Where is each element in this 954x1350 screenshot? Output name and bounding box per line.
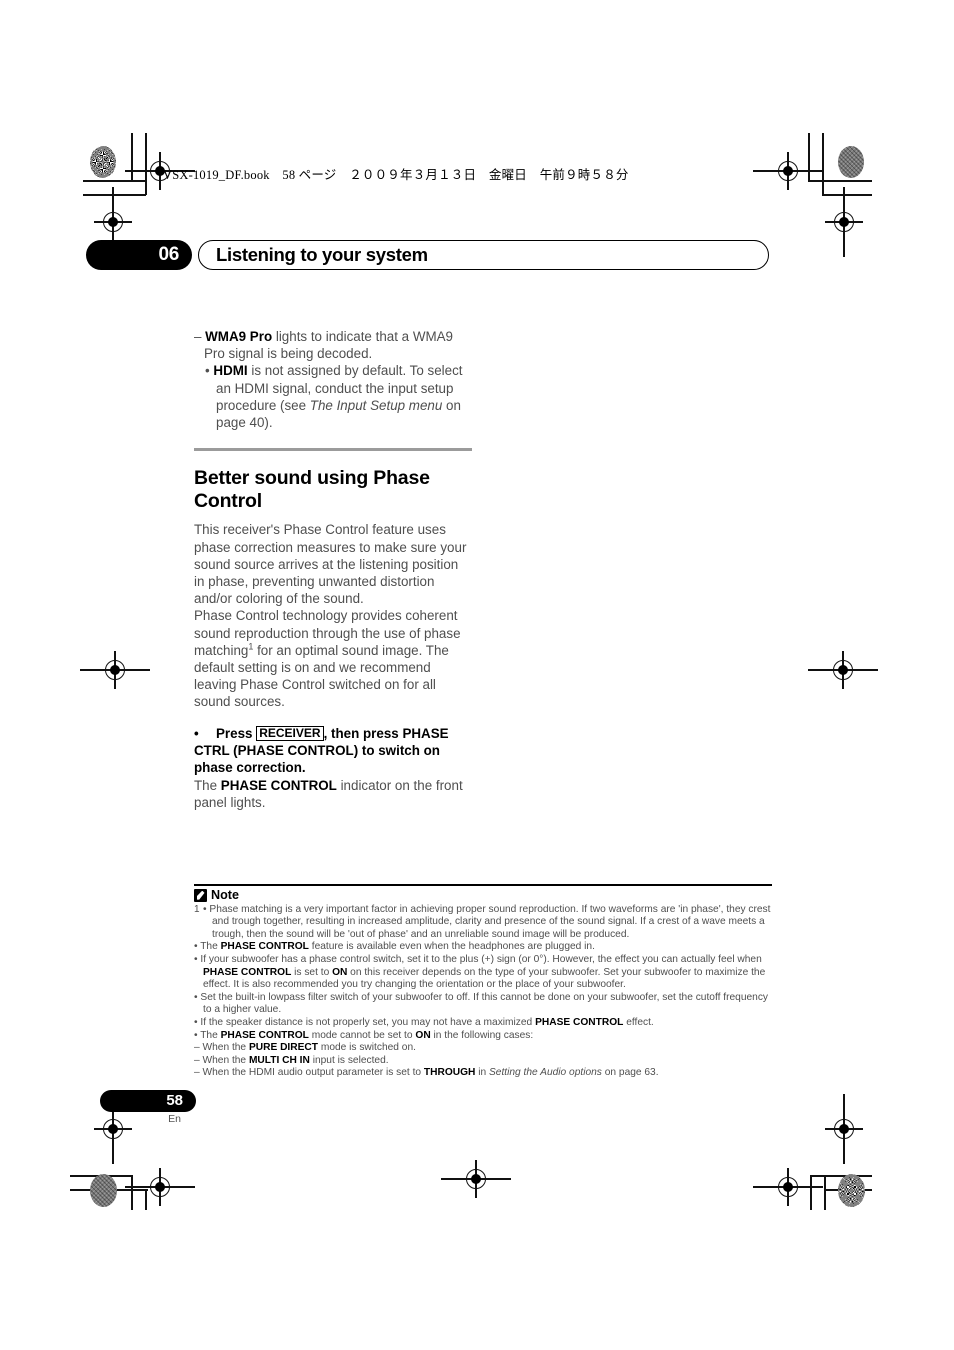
- note-item-9-a: – When the HDMI audio output parameter i…: [194, 1067, 424, 1079]
- crop-line-bl-h2: [70, 1189, 148, 1191]
- note-body: 1 • Phase matching is a very important fa…: [194, 904, 772, 1080]
- note-header: Note: [194, 887, 772, 902]
- note-item-6-c: in the following cases:: [430, 1029, 534, 1041]
- crop-line-bl-v2: [145, 1189, 147, 1210]
- registration-mark-right-upper: [825, 187, 863, 257]
- paragraph-phase-control-technology: Phase Control technology provides cohere…: [194, 607, 472, 710]
- phase-control-label: PHASE CONTROL: [220, 777, 337, 793]
- after-action-text-1: The: [194, 777, 221, 793]
- note-item-6-a: • The: [194, 1029, 221, 1041]
- registration-mark-bottom-right-inner: [753, 1168, 823, 1206]
- registration-mark-left-middle: [80, 651, 150, 689]
- note-item-1: 1 • Phase matching is a very important fa…: [194, 903, 771, 940]
- note-item-2-b: feature is available even when the headp…: [308, 941, 595, 953]
- registration-mark-left-upper: [94, 187, 132, 257]
- receiver-key-button[interactable]: RECEIVER: [256, 725, 324, 741]
- list-item-hdmi: • HDMI is not assigned by default. To se…: [194, 362, 472, 431]
- note-item-6-bold1: PHASE CONTROL: [220, 1029, 309, 1041]
- page-number-pill: 58: [100, 1090, 196, 1112]
- crop-line-tl-h1: [83, 180, 146, 182]
- note-top-rule: [194, 884, 772, 886]
- note-item-7: – When the PURE DIRECT mode is switched …: [194, 1042, 772, 1055]
- note-item-6-b: mode cannot be set to: [308, 1029, 416, 1041]
- body-column: – WMA9 Pro lights to indicate that a WMA…: [194, 328, 472, 811]
- note-item-3-b: is set to: [291, 966, 333, 978]
- section-divider-rule: [194, 448, 472, 452]
- crop-line-bl-v1: [131, 1175, 133, 1210]
- action-bullet: •: [194, 725, 199, 741]
- crop-line-tl-h2: [83, 194, 146, 196]
- note-item-3: • If your subwoofer has a phase control …: [194, 954, 772, 992]
- note-item-5-a: • If the speaker distance is not properl…: [194, 1016, 536, 1028]
- list-item-wma9pro: – WMA9 Pro lights to indicate that a WMA…: [194, 328, 472, 362]
- note-item-3-bold2: ON: [332, 966, 348, 978]
- action-instruction: • Press RECEIVER, then press PHASE CTRL (…: [194, 725, 472, 777]
- note-item-6: • The PHASE CONTROL mode cannot be set t…: [194, 1030, 772, 1043]
- paragraph-phase-control-intro: This receiver's Phase Control feature us…: [194, 522, 467, 607]
- note-item-9: – When the HDMI audio output parameter i…: [194, 1067, 772, 1080]
- crop-line-tr-v2: [822, 133, 824, 195]
- input-setup-menu-ref: The Input Setup menu: [309, 397, 443, 413]
- hdmi-label: HDMI: [213, 363, 248, 379]
- note-item-7-bold: PURE DIRECT: [248, 1042, 318, 1054]
- note-item-8-bold: MULTI CH IN: [248, 1054, 310, 1066]
- registration-mark-bottom-left-inner: [125, 1168, 195, 1206]
- note-item-8-b: input is selected.: [309, 1054, 389, 1066]
- note-item-9-bold: THROUGH: [423, 1067, 476, 1079]
- note-item-7-b: mode is switched on.: [318, 1042, 416, 1054]
- wma9pro-label: WMA9 Pro: [205, 329, 273, 344]
- crop-line-br-h2: [824, 1189, 872, 1191]
- action-press-label: Press: [216, 725, 253, 741]
- note-item-6-bold2: ON: [415, 1029, 431, 1041]
- crop-line-tr-h2: [822, 194, 872, 196]
- note-item-9-c: on page 63.: [601, 1067, 659, 1079]
- crop-line-bl-h1: [70, 1175, 133, 1177]
- registration-mark-right-middle: [808, 651, 878, 689]
- note-item-2: • The PHASE CONTROL feature is available…: [194, 941, 772, 954]
- note-item-4: • Set the built-in lowpass filter switch…: [194, 991, 769, 1016]
- note-title: Note: [211, 887, 239, 902]
- note-item-5: • If the speaker distance is not properl…: [194, 1017, 772, 1030]
- chapter-bar: 06 Listening to your system: [86, 240, 769, 270]
- dash-prefix: –: [194, 329, 206, 344]
- page-language-label: En: [168, 1113, 181, 1125]
- crop-line-tl-v1: [131, 133, 133, 181]
- chapter-title: Listening to your system: [198, 240, 769, 270]
- note-item-1-text: • Phase matching is a very important fac…: [203, 903, 771, 940]
- crop-line-br-h1: [810, 1175, 872, 1177]
- note-item-7-a: – When the: [194, 1042, 249, 1054]
- note-item-9-b: in: [475, 1067, 489, 1079]
- halftone-patch-top-right: [838, 146, 864, 178]
- note-item-3-bold1: PHASE CONTROL: [203, 966, 292, 978]
- registration-mark-bottom-center: [441, 1160, 511, 1198]
- note-item-5-bold: PHASE CONTROL: [535, 1016, 624, 1028]
- note-item-2-bold: PHASE CONTROL: [220, 941, 309, 953]
- crop-line-br-v1: [810, 1175, 812, 1210]
- halftone-patch-top-left: [90, 146, 116, 178]
- note-item-3-a: • If your subwoofer has a phase control …: [194, 953, 762, 965]
- halftone-patch-bottom-right: [838, 1174, 865, 1207]
- halftone-patch-bottom-left: [90, 1174, 117, 1207]
- crop-line-tr-v1: [808, 133, 810, 181]
- note-item-2-a: • The: [194, 941, 221, 953]
- note-item-5-b: effect.: [623, 1016, 654, 1028]
- crop-line-tr-h1: [808, 180, 872, 182]
- registration-mark-top-right-inner: [753, 152, 823, 190]
- file-header-line: VSX-1019_DF.book 58 ページ ２００９年３月１３日 金曜日 午…: [163, 168, 629, 182]
- pencil-note-icon: [194, 888, 207, 902]
- paragraph-indicator-lights: The PHASE CONTROL indicator on the front…: [194, 777, 472, 811]
- crop-line-br-v2: [824, 1175, 826, 1210]
- note-item-8: – When the MULTI CH IN input is selected…: [194, 1055, 772, 1068]
- chapter-number: 06: [86, 240, 192, 270]
- setting-audio-options-ref: Setting the Audio options: [489, 1067, 602, 1079]
- note-block: Note 1 • Phase matching is a very importa…: [194, 884, 772, 1080]
- crop-line-tl-v2: [145, 133, 147, 195]
- note-item-8-a: – When the: [194, 1054, 249, 1066]
- section-heading: Better sound using Phase Control: [194, 467, 430, 513]
- registration-mark-right-lower: [825, 1094, 863, 1164]
